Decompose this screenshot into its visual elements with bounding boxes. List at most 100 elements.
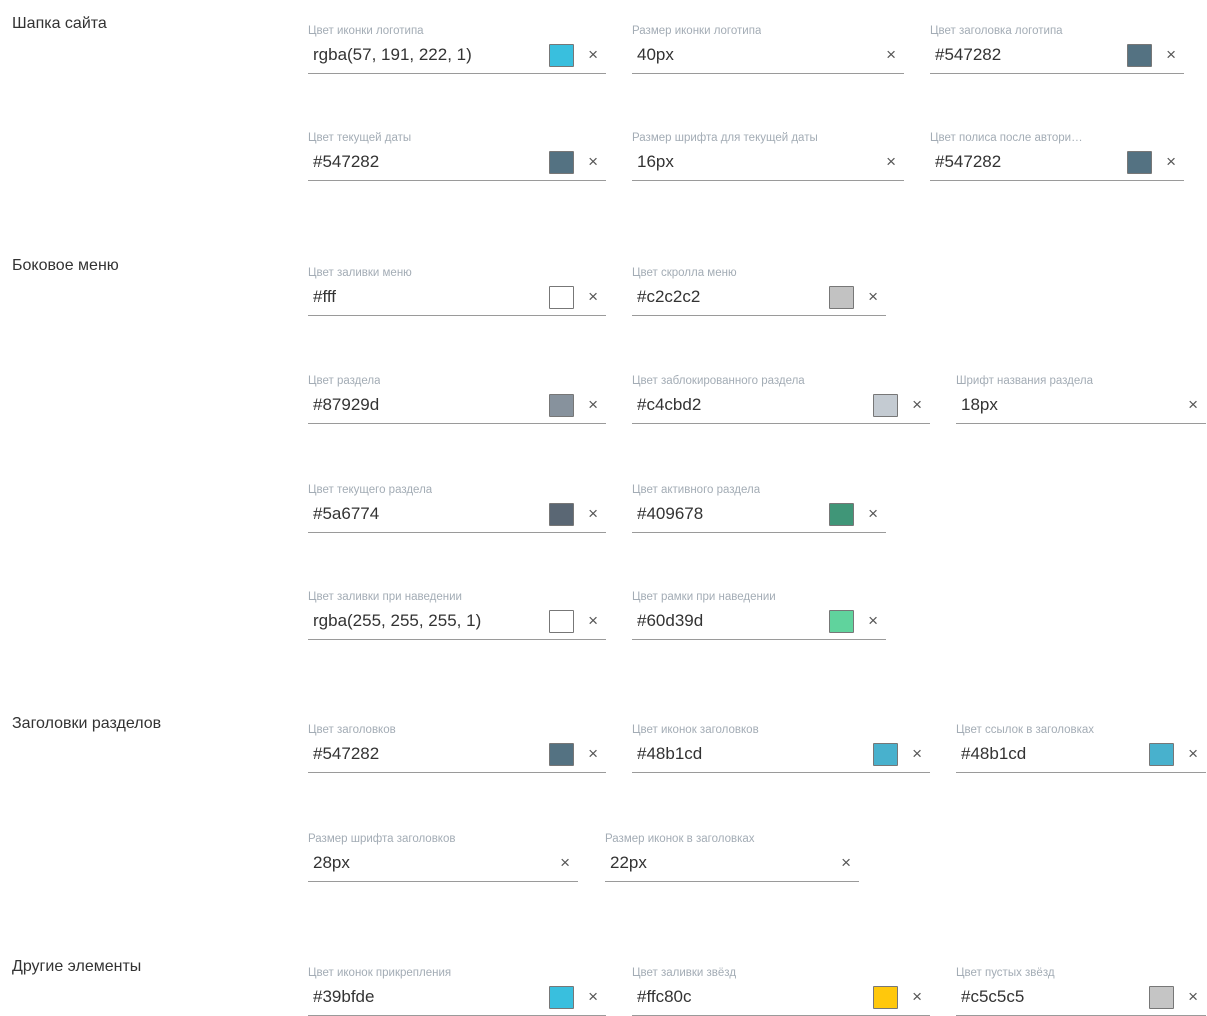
clear-icon[interactable]: ×	[588, 504, 598, 524]
clear-icon[interactable]: ×	[886, 152, 896, 172]
field-label: Размер иконок в заголовках	[605, 833, 755, 845]
field-headings-icons-color: Цвет иконок заголовков ×	[632, 723, 930, 773]
color-input[interactable]	[313, 986, 541, 1008]
color-swatch[interactable]	[549, 743, 574, 766]
clear-icon[interactable]: ×	[841, 853, 851, 873]
color-swatch[interactable]	[549, 986, 574, 1009]
color-swatch[interactable]	[873, 743, 898, 766]
clear-icon[interactable]: ×	[868, 611, 878, 631]
size-input[interactable]	[637, 44, 839, 66]
section-title-headings: Заголовки разделов	[12, 715, 162, 732]
clear-icon[interactable]: ×	[588, 987, 598, 1007]
clear-icon[interactable]: ×	[912, 395, 922, 415]
field-label: Цвет рамки при наведении	[632, 591, 776, 603]
color-input[interactable]	[313, 503, 541, 525]
field-active-section-color: Цвет активного раздела ×	[632, 483, 886, 533]
clear-icon[interactable]: ×	[1166, 45, 1176, 65]
clear-icon[interactable]: ×	[560, 853, 570, 873]
color-swatch[interactable]	[549, 394, 574, 417]
color-swatch[interactable]	[549, 151, 574, 174]
field-label: Цвет полиса после автори…	[930, 132, 1083, 144]
size-input[interactable]	[961, 394, 1141, 416]
field-headings-links-color: Цвет ссылок в заголовках ×	[956, 723, 1206, 773]
field-label: Цвет заливки звёзд	[632, 967, 737, 979]
color-input[interactable]	[961, 743, 1141, 765]
color-input[interactable]	[935, 44, 1119, 66]
color-input[interactable]	[313, 743, 541, 765]
field-headings-color: Цвет заголовков ×	[308, 723, 606, 773]
field-stars-fill-color: Цвет заливки звёзд ×	[632, 966, 930, 1016]
section-title-sidebar: Боковое меню	[12, 257, 119, 274]
color-input[interactable]	[313, 394, 541, 416]
field-label: Шрифт названия раздела	[956, 375, 1094, 387]
field-headings-icons-size: Размер иконок в заголовках ×	[605, 832, 859, 882]
field-label: Цвет текущей даты	[308, 132, 412, 144]
clear-icon[interactable]: ×	[912, 744, 922, 764]
field-label: Цвет раздела	[308, 375, 381, 387]
color-input[interactable]	[637, 986, 865, 1008]
field-label: Размер иконки логотипа	[632, 25, 762, 37]
section-title-header: Шапка сайта	[12, 15, 107, 32]
color-swatch[interactable]	[1127, 151, 1152, 174]
color-input[interactable]	[935, 151, 1119, 173]
color-swatch[interactable]	[549, 503, 574, 526]
clear-icon[interactable]: ×	[1166, 152, 1176, 172]
color-swatch[interactable]	[1127, 44, 1152, 67]
color-swatch[interactable]	[829, 503, 854, 526]
clear-icon[interactable]: ×	[1188, 395, 1198, 415]
field-current-date-color: Цвет текущей даты ×	[308, 131, 606, 181]
size-input[interactable]	[313, 852, 513, 874]
clear-icon[interactable]: ×	[886, 45, 896, 65]
field-label: Размер шрифта заголовков	[308, 833, 456, 845]
field-menu-scroll-color: Цвет скролла меню ×	[632, 266, 886, 316]
field-logo-icon-size: Размер иконки логотипа ×	[632, 24, 904, 74]
field-section-color: Цвет раздела ×	[308, 374, 606, 424]
clear-icon[interactable]: ×	[588, 152, 598, 172]
clear-icon[interactable]: ×	[912, 987, 922, 1007]
color-input[interactable]	[313, 44, 541, 66]
clear-icon[interactable]: ×	[588, 395, 598, 415]
color-swatch[interactable]	[829, 610, 854, 633]
field-headings-font-size: Размер шрифта заголовков ×	[308, 832, 578, 882]
color-swatch[interactable]	[549, 44, 574, 67]
color-swatch[interactable]	[829, 286, 854, 309]
color-input[interactable]	[313, 151, 541, 173]
clear-icon[interactable]: ×	[588, 744, 598, 764]
field-label: Цвет заливки при наведении	[308, 591, 462, 603]
clear-icon[interactable]: ×	[1188, 744, 1198, 764]
color-swatch[interactable]	[549, 286, 574, 309]
color-input[interactable]	[637, 743, 865, 765]
field-label: Цвет ссылок в заголовках	[956, 724, 1095, 736]
field-label: Цвет активного раздела	[632, 484, 761, 496]
color-input[interactable]	[961, 986, 1141, 1008]
field-current-section-color: Цвет текущего раздела ×	[308, 483, 606, 533]
color-input[interactable]	[313, 286, 541, 308]
field-logo-title-color: Цвет заголовка логотипа ×	[930, 24, 1184, 74]
clear-icon[interactable]: ×	[588, 287, 598, 307]
clear-icon[interactable]: ×	[868, 504, 878, 524]
clear-icon[interactable]: ×	[588, 45, 598, 65]
field-label: Цвет текущего раздела	[308, 484, 433, 496]
color-swatch[interactable]	[873, 394, 898, 417]
color-swatch[interactable]	[1149, 986, 1174, 1009]
field-menu-fill-color: Цвет заливки меню ×	[308, 266, 606, 316]
field-label: Размер шрифта для текущей даты	[632, 132, 818, 144]
field-label: Цвет иконок прикрепления	[308, 967, 452, 979]
color-swatch[interactable]	[873, 986, 898, 1009]
field-label: Цвет заливки меню	[308, 267, 412, 279]
clear-icon[interactable]: ×	[1188, 987, 1198, 1007]
field-label: Цвет иконки логотипа	[308, 25, 424, 37]
field-label: Цвет заголовков	[308, 724, 396, 736]
color-swatch[interactable]	[549, 610, 574, 633]
size-input[interactable]	[610, 852, 794, 874]
color-input[interactable]	[637, 610, 821, 632]
color-input[interactable]	[637, 286, 821, 308]
color-input[interactable]	[637, 503, 821, 525]
color-input[interactable]	[637, 394, 865, 416]
color-input[interactable]	[313, 610, 541, 632]
field-logo-icon-color: Цвет иконки логотипа ×	[308, 24, 606, 74]
clear-icon[interactable]: ×	[868, 287, 878, 307]
size-input[interactable]	[637, 151, 839, 173]
color-swatch[interactable]	[1149, 743, 1174, 766]
clear-icon[interactable]: ×	[588, 611, 598, 631]
